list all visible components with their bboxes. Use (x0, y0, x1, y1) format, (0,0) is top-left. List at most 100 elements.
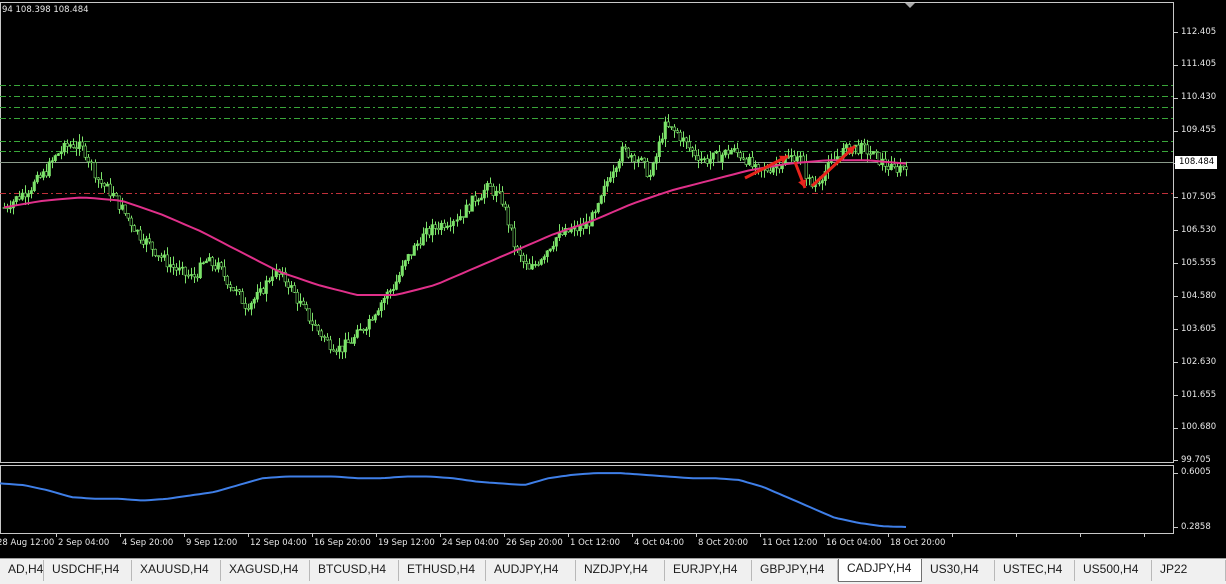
candle-body (8, 207, 12, 210)
tab-audjpy-h4[interactable]: AUDJPY,H4 (486, 560, 576, 581)
candle-body (301, 300, 305, 305)
tab-usdchf-h4[interactable]: USDCHF,H4 (44, 560, 132, 581)
candle-body (367, 319, 371, 330)
candle-body (506, 206, 510, 226)
price-axis-label: 110.430 (1181, 92, 1217, 102)
candle-body (687, 141, 691, 149)
candle-body (801, 155, 805, 163)
tab-btcusd-h4[interactable]: BTCUSD,H4 (310, 560, 399, 581)
candle-body (394, 281, 398, 290)
candle-body (542, 256, 546, 260)
candle-body (614, 167, 618, 173)
candle-body (488, 183, 492, 187)
candle-body (726, 149, 730, 155)
price-axis-label: 109.455 (1181, 125, 1217, 135)
price-axis-label: 100.680 (1181, 422, 1217, 432)
candle-body (678, 131, 682, 142)
tab-us30-h4[interactable]: US30,H4 (922, 560, 995, 581)
candle-body (38, 174, 42, 178)
candle-body (165, 254, 169, 268)
time-axis-label: 18 Oct 20:00 (890, 538, 946, 548)
candle-body (889, 163, 893, 170)
time-axis-label: 24 Sep 04:00 (442, 538, 499, 548)
candle-body (258, 288, 262, 293)
candle-body (518, 249, 522, 256)
candlesticks (2, 114, 908, 359)
tab-ad-h4[interactable]: AD,H4 (0, 560, 44, 581)
candle-body (409, 254, 413, 256)
candle-body (23, 192, 27, 198)
tab-ethusd-h4[interactable]: ETHUSD,H4 (399, 560, 486, 581)
candle-body (240, 291, 244, 304)
candle-body (108, 183, 112, 197)
candle-body (141, 239, 145, 245)
candle-body (319, 330, 323, 337)
candle-body (210, 257, 214, 267)
candle-body (705, 158, 709, 164)
candle-body (53, 155, 57, 161)
candle-body (192, 274, 196, 278)
candle-body (252, 298, 256, 304)
candle-body (524, 261, 528, 265)
candle-body (132, 225, 136, 232)
candle-body (479, 197, 483, 201)
candle-body (328, 339, 332, 350)
candle-body (904, 166, 908, 170)
candle-body (669, 126, 673, 128)
candle-body (68, 144, 72, 147)
candle-body (159, 255, 163, 258)
candle-body (228, 284, 232, 288)
candle-body (536, 264, 540, 266)
candle-body (792, 155, 796, 162)
candle-body (898, 165, 902, 173)
candle-body (156, 255, 160, 257)
chart-window[interactable]: 94 108.398 108.484 112.405 111.405 110.430… (0, 0, 1226, 558)
candle-body (289, 285, 293, 288)
tab-ustec-h4[interactable]: USTEC,H4 (995, 560, 1075, 581)
tab-nzdjpy-h4[interactable]: NZDJPY,H4 (576, 560, 665, 581)
candle-body (747, 156, 751, 165)
candle-body (126, 213, 130, 219)
candle-body (596, 203, 600, 213)
candle-body (246, 308, 250, 310)
indicator-axis-bottom: 0.2858 (1181, 522, 1211, 532)
candle-body (195, 276, 199, 279)
tab-eurjpy-h4[interactable]: EURJPY,H4 (665, 560, 752, 581)
candle-body (29, 190, 33, 195)
horizontal-levels[interactable] (0, 85, 1173, 194)
candle-body (548, 248, 552, 252)
tab-jp22[interactable]: JP22 (1152, 560, 1226, 581)
candle-body (135, 229, 139, 232)
candle-body (168, 264, 172, 268)
candle-body (636, 159, 640, 162)
candle-body (189, 274, 193, 276)
trend-arrow-shaft[interactable] (810, 144, 857, 188)
candle-body (470, 195, 474, 212)
price-axis-label: 103.605 (1181, 324, 1217, 334)
candle-body (602, 185, 606, 197)
chart-canvas[interactable] (0, 0, 1226, 558)
main-chart-frame (0, 2, 1174, 463)
candle-body (325, 336, 329, 341)
tab-xauusd-h4[interactable]: XAUUSD,H4 (132, 560, 221, 581)
candle-body (608, 177, 612, 182)
candle-body (877, 152, 881, 166)
chart-shift-marker-icon[interactable] (905, 3, 915, 8)
candle-body (485, 183, 489, 191)
tab-gbpjpy-h4[interactable]: GBPJPY,H4 (752, 560, 838, 581)
time-axis-label: 8 Oct 20:00 (698, 538, 749, 548)
candle-body (47, 161, 51, 177)
tab-us500-h4[interactable]: US500,H4 (1075, 560, 1152, 581)
candle-body (539, 259, 543, 265)
time-axis-label: 4 Sep 20:00 (122, 538, 174, 548)
axis-ticks (56, 32, 1178, 537)
candle-body (509, 224, 513, 229)
candle-body (83, 145, 87, 158)
candle-body (738, 152, 742, 159)
candle-body (44, 171, 48, 177)
candle-body (723, 149, 727, 156)
tab-cadjpy-h4[interactable]: CADJPY,H4 (838, 559, 922, 582)
tab-xagusd-h4[interactable]: XAGUSD,H4 (221, 560, 310, 581)
price-axis-label: 106.530 (1181, 225, 1217, 235)
candle-body (41, 171, 45, 178)
